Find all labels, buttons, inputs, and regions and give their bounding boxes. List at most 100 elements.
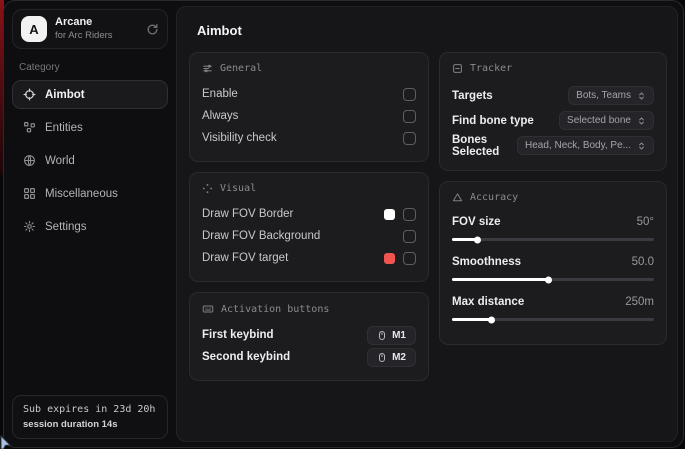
activation-card-header: Activation buttons (202, 303, 416, 315)
tracker-card-title: Tracker (470, 63, 512, 74)
slider-header: Max distance 250m (452, 292, 654, 312)
sidebar-item-entities[interactable]: Entities (12, 113, 168, 142)
bones-selected-select-value: Head, Neck, Body, Pe... (525, 140, 631, 151)
fov-border-color-swatch[interactable] (384, 209, 395, 220)
main-panel: Aimbot General (176, 6, 678, 442)
sidebar-item-world[interactable]: World (12, 146, 168, 175)
keybind-value: M2 (392, 352, 406, 363)
gear-icon (23, 220, 36, 233)
fov-target-color-swatch[interactable] (384, 253, 395, 264)
setting-row-bones-selected: Bones Selected Head, Neck, Body, Pe... (452, 133, 654, 158)
setting-row-visibility-check: Visibility check (202, 127, 416, 149)
app-subtitle: for Arc Riders (55, 30, 113, 42)
slider-label: Max distance (452, 296, 524, 308)
fov-target-checkbox[interactable] (403, 252, 416, 265)
setting-row-targets: Targets Bots, Teams (452, 83, 654, 108)
targets-select[interactable]: Bots, Teams (568, 86, 654, 105)
fov-border-checkbox[interactable] (403, 208, 416, 221)
logo-card: A Arcane for Arc Riders (12, 9, 168, 49)
slider-thumb[interactable] (474, 236, 481, 243)
tracker-card: Tracker Targets Bots, Teams (439, 52, 667, 171)
slider-fill (452, 238, 478, 241)
smoothness-slider[interactable] (452, 278, 654, 281)
max-distance-slider[interactable] (452, 318, 654, 321)
activation-card: Activation buttons First keybind M1 (189, 292, 429, 381)
general-card-header: General (202, 63, 416, 74)
globe-icon (23, 154, 36, 167)
sidebar-item-miscellaneous[interactable]: Miscellaneous (12, 179, 168, 208)
session-duration-text: session duration 14s (23, 419, 157, 430)
slider-header: Smoothness 50.0 (452, 252, 654, 272)
app-logo: A (21, 16, 47, 42)
visual-card-title: Visual (220, 183, 256, 194)
sliders-icon (202, 63, 213, 74)
sparkle-icon (202, 183, 213, 194)
category-label: Category (19, 62, 161, 73)
slider-fill (452, 318, 492, 321)
slider-thumb[interactable] (488, 316, 495, 323)
find-bone-type-select[interactable]: Selected bone (559, 111, 654, 130)
sidebar-item-label: Entities (45, 122, 83, 134)
sidebar-item-label: World (45, 155, 75, 167)
smoothness-slider-group: Smoothness 50.0 (452, 252, 654, 281)
setting-label: Visibility check (202, 132, 277, 144)
visibility-check-checkbox[interactable] (403, 132, 416, 145)
desktop: A Arcane for Arc Riders Category (0, 0, 685, 449)
second-keybind-button[interactable]: M2 (367, 348, 416, 367)
triangle-icon (452, 192, 463, 203)
slider-label: FOV size (452, 216, 501, 228)
accuracy-card-title: Accuracy (470, 192, 518, 203)
targets-select-value: Bots, Teams (576, 90, 631, 101)
slider-thumb[interactable] (545, 276, 552, 283)
tracker-card-header: Tracker (452, 63, 654, 74)
find-bone-type-select-value: Selected bone (567, 115, 631, 126)
setting-row-second-keybind: Second keybind M2 (202, 346, 416, 368)
visual-card: Visual Draw FOV Border Draw FOV Backgrou… (189, 172, 429, 282)
sidebar-item-label: Aimbot (45, 89, 85, 101)
keybind-value: M1 (392, 330, 406, 341)
bones-selected-select[interactable]: Head, Neck, Body, Pe... (517, 136, 654, 155)
sub-expiry-text: Sub expires in 23d 20h (23, 404, 157, 415)
sidebar-item-settings[interactable]: Settings (12, 212, 168, 241)
chevron-updown-icon (637, 141, 646, 151)
first-keybind-button[interactable]: M1 (367, 326, 416, 345)
left-column: General Enable Always Visibility check (189, 52, 429, 381)
fov-size-slider-group: FOV size 50° (452, 212, 654, 241)
sidebar-item-aimbot[interactable]: Aimbot (12, 80, 168, 109)
max-distance-slider-group: Max distance 250m (452, 292, 654, 321)
controls (384, 252, 416, 265)
chevron-updown-icon (637, 116, 646, 126)
visual-card-header: Visual (202, 183, 416, 194)
slider-label: Smoothness (452, 256, 521, 268)
chevron-updown-icon (637, 91, 646, 101)
setting-label: Draw FOV Background (202, 230, 320, 242)
slider-fill (452, 278, 549, 281)
slider-value: 50.0 (632, 256, 654, 268)
refresh-icon[interactable] (146, 23, 159, 36)
activation-card-title: Activation buttons (221, 304, 329, 315)
always-checkbox[interactable] (403, 110, 416, 123)
scan-box-icon (452, 63, 463, 74)
general-card: General Enable Always Visibility check (189, 52, 429, 162)
mouse-icon (377, 352, 387, 363)
sidebar: A Arcane for Arc Riders Category (4, 1, 176, 447)
controls (384, 208, 416, 221)
setting-row-find-bone-type: Find bone type Selected bone (452, 108, 654, 133)
setting-row-fov-border: Draw FOV Border (202, 203, 416, 225)
sidebar-item-label: Miscellaneous (45, 188, 118, 200)
fov-background-checkbox[interactable] (403, 230, 416, 243)
app-title: Arcane (55, 16, 113, 30)
accuracy-card-header: Accuracy (452, 192, 654, 203)
setting-label: Draw FOV Border (202, 208, 293, 220)
setting-row-fov-target: Draw FOV target (202, 247, 416, 269)
fov-size-slider[interactable] (452, 238, 654, 241)
content-columns: General Enable Always Visibility check (189, 52, 667, 381)
keyboard-icon (202, 303, 214, 315)
right-column: Tracker Targets Bots, Teams (439, 52, 667, 345)
grid-icon (23, 187, 36, 200)
slider-header: FOV size 50° (452, 212, 654, 232)
setting-row-first-keybind: First keybind M1 (202, 324, 416, 346)
general-card-title: General (220, 63, 262, 74)
logo-text: Arcane for Arc Riders (55, 16, 113, 42)
enable-checkbox[interactable] (403, 88, 416, 101)
